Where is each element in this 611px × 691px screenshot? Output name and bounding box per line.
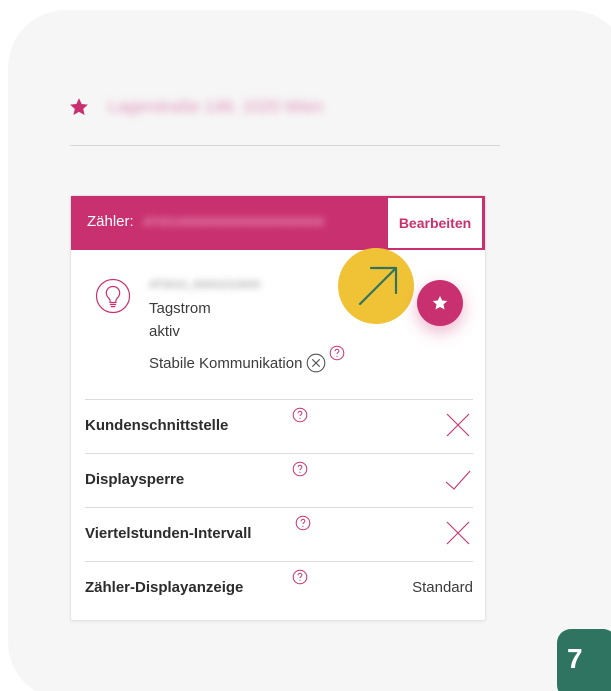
star-icon[interactable] bbox=[68, 96, 90, 118]
circle-x-icon bbox=[307, 353, 326, 373]
question-circle-icon[interactable] bbox=[292, 407, 308, 423]
arrow-up-right-icon bbox=[358, 266, 398, 306]
row-label: Zähler-Displayanzeige bbox=[85, 579, 244, 596]
communication-status: Stabile Kommunikation bbox=[149, 353, 326, 373]
star-icon bbox=[432, 295, 448, 310]
lightbulb-icon bbox=[95, 278, 131, 314]
address-header: Lagerstraße 148, 1020 Wien bbox=[68, 92, 500, 122]
row-kundenschnittstelle: Kundenschnittstelle bbox=[85, 399, 473, 453]
meter-id: AT0010000000000000000000000 bbox=[143, 215, 325, 229]
meter-card-header: Zähler: AT0010000000000000000000000 Bear… bbox=[71, 196, 485, 250]
communication-label: Stabile Kommunikation bbox=[149, 354, 303, 372]
cross-icon bbox=[446, 413, 470, 437]
step-badge: 7 bbox=[557, 629, 611, 691]
row-displaysperre: Displaysperre bbox=[85, 453, 473, 507]
device-id: AT0010_00001010000 bbox=[149, 279, 261, 291]
step-number: 7 bbox=[567, 643, 583, 674]
favorite-button[interactable] bbox=[417, 280, 463, 326]
question-circle-icon[interactable] bbox=[329, 345, 345, 361]
row-label: Kundenschnittstelle bbox=[85, 417, 229, 434]
question-circle-icon[interactable] bbox=[292, 461, 308, 477]
tariff-label: Tagstrom bbox=[149, 300, 211, 317]
row-zaehler-displayanzeige: Zähler-Displayanzeige Standard bbox=[85, 561, 473, 615]
question-circle-icon[interactable] bbox=[295, 515, 311, 531]
display-mode-value: Standard bbox=[412, 579, 473, 596]
address-text: Lagerstraße 148, 1020 Wien bbox=[108, 97, 324, 116]
row-viertelstunden-intervall: Viertelstunden-Intervall bbox=[85, 507, 473, 561]
row-label: Viertelstunden-Intervall bbox=[85, 525, 252, 542]
cross-icon bbox=[446, 521, 470, 545]
row-label: Displaysperre bbox=[85, 471, 185, 488]
question-circle-icon[interactable] bbox=[292, 569, 308, 585]
check-icon bbox=[445, 470, 471, 490]
screen: Lagerstraße 148, 1020 Wien Zähler: AT001… bbox=[0, 0, 611, 691]
address-divider bbox=[70, 145, 500, 146]
edit-button[interactable]: Bearbeiten bbox=[388, 198, 482, 248]
pointer-badge bbox=[338, 248, 414, 324]
meter-label: Zähler: bbox=[87, 213, 134, 230]
meter-card: Zähler: AT0010000000000000000000000 Bear… bbox=[70, 195, 486, 621]
status-label: aktiv bbox=[149, 323, 180, 340]
